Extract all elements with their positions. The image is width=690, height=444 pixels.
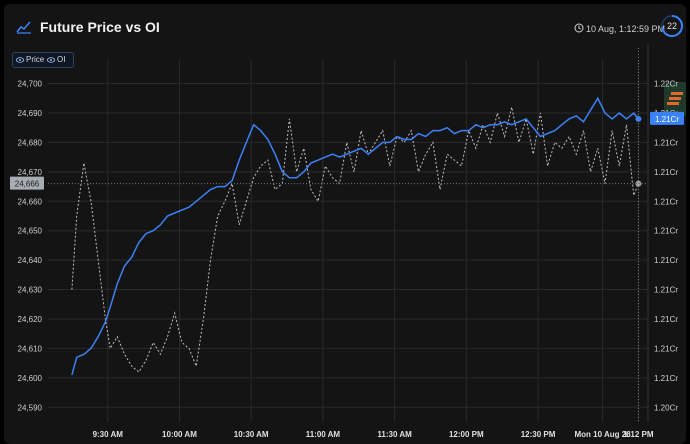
x-axis-tick-label: 11:30 AM: [377, 430, 412, 439]
x-axis-tick-label: 12:00 PM: [449, 430, 484, 439]
x-axis-tick-label: 10:30 AM: [234, 430, 269, 439]
y-axis-tick-label: 24,600: [18, 374, 43, 383]
y2-axis-tick-label: 1.21Cr: [654, 227, 678, 236]
y2-axis-tick-label: 1.21Cr: [654, 197, 678, 206]
crosshair-value-label: 24,666: [15, 180, 40, 189]
x-axis-tick-label: 1:12 PM: [623, 430, 654, 439]
y2-axis-tick-label: 1.21Cr: [654, 138, 678, 147]
x-axis-tick-label: 12:30 PM: [521, 430, 556, 439]
y2-axis-tick-label: 1.20Cr: [654, 403, 678, 412]
y-axis-tick-label: 24,700: [18, 80, 43, 89]
oi-series-line: [71, 106, 639, 373]
x-axis-tick-label: 11:00 AM: [306, 430, 341, 439]
x-axis-tick-label: 9:30 AM: [93, 430, 124, 439]
y-axis-tick-label: 24,640: [18, 256, 43, 265]
y2-axis-tick-label: 1.21Cr: [654, 286, 678, 295]
y2-axis-tick-label: 1.21Cr: [654, 315, 678, 324]
y2-axis-tick-label: 1.22Cr: [654, 80, 678, 89]
y-axis-tick-label: 24,650: [18, 227, 43, 236]
y2-axis-tick-label: 1.21Cr: [654, 256, 678, 265]
x-axis-tick-label: 10:00 AM: [162, 430, 197, 439]
y2-axis-tick-label: 1.21Cr: [654, 168, 678, 177]
y-axis-tick-label: 24,610: [18, 344, 43, 353]
y-axis-tick-label: 24,690: [18, 109, 43, 118]
y-axis-tick-label: 24,590: [18, 403, 43, 412]
y2-axis-tick-label: 1.21Cr: [654, 374, 678, 383]
price-series-line: [71, 96, 639, 376]
y-axis-tick-label: 24,680: [18, 138, 43, 147]
current-value-label: 1.21Cr: [655, 115, 679, 124]
y-axis-tick-label: 24,620: [18, 315, 43, 324]
y-axis-tick-label: 24,660: [18, 197, 43, 206]
price-oi-chart[interactable]: 24,700 1.22Cr 24,690 1.21Cr 24,680 1.21Cr 24,6…: [0, 0, 690, 444]
y-axis-tick-label: 24,670: [18, 168, 43, 177]
y-axis-tick-label: 24,630: [18, 286, 43, 295]
y2-axis-tick-label: 1.21Cr: [654, 344, 678, 353]
